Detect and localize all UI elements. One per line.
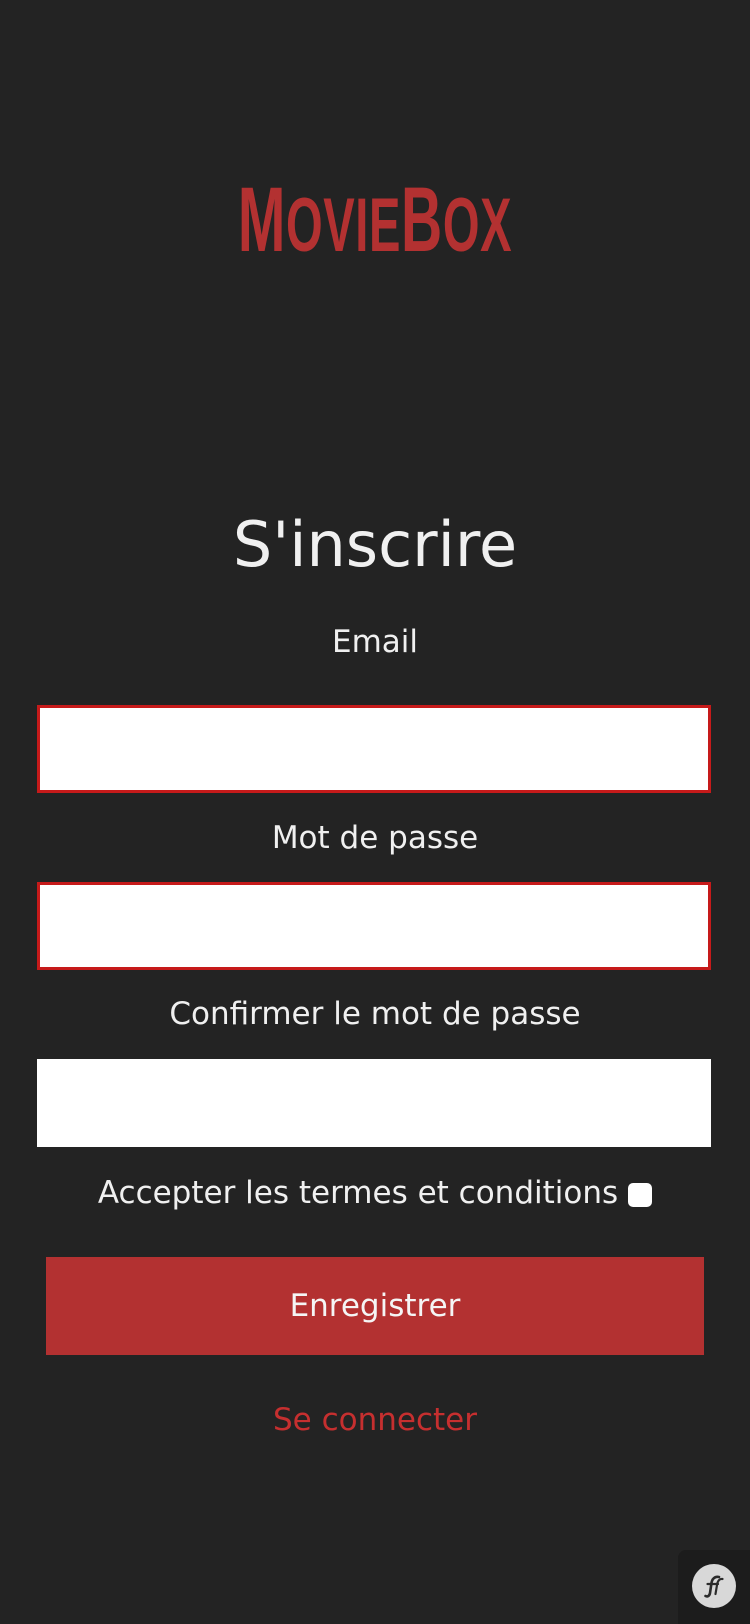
terms-checkbox[interactable] [628,1183,653,1207]
register-button[interactable]: Enregistrer [46,1257,704,1355]
confirm-password-field[interactable] [37,1059,711,1147]
app-logo: MOVIEBOX [143,170,608,276]
page-title: S'inscrire [232,508,518,581]
logo-letter-m: M [237,169,286,271]
symfony-icon [692,1564,736,1608]
email-field[interactable] [37,705,711,793]
terms-label: Accepter les termes et conditions [97,1175,619,1211]
email-label: Email [331,624,418,660]
confirm-password-label: Confirmer le mot de passe [169,996,581,1032]
terms-row: Accepter les termes et conditions [0,1173,750,1213]
password-field[interactable] [37,882,711,970]
login-link[interactable]: Se connecter [0,1400,750,1440]
logo-text-ox: OX [442,183,513,268]
logo-text-ovie: OVIE [285,183,402,268]
debug-toolbar-toggle[interactable] [678,1550,750,1624]
password-label: Mot de passe [271,820,479,856]
logo-letter-b: B [401,169,443,271]
